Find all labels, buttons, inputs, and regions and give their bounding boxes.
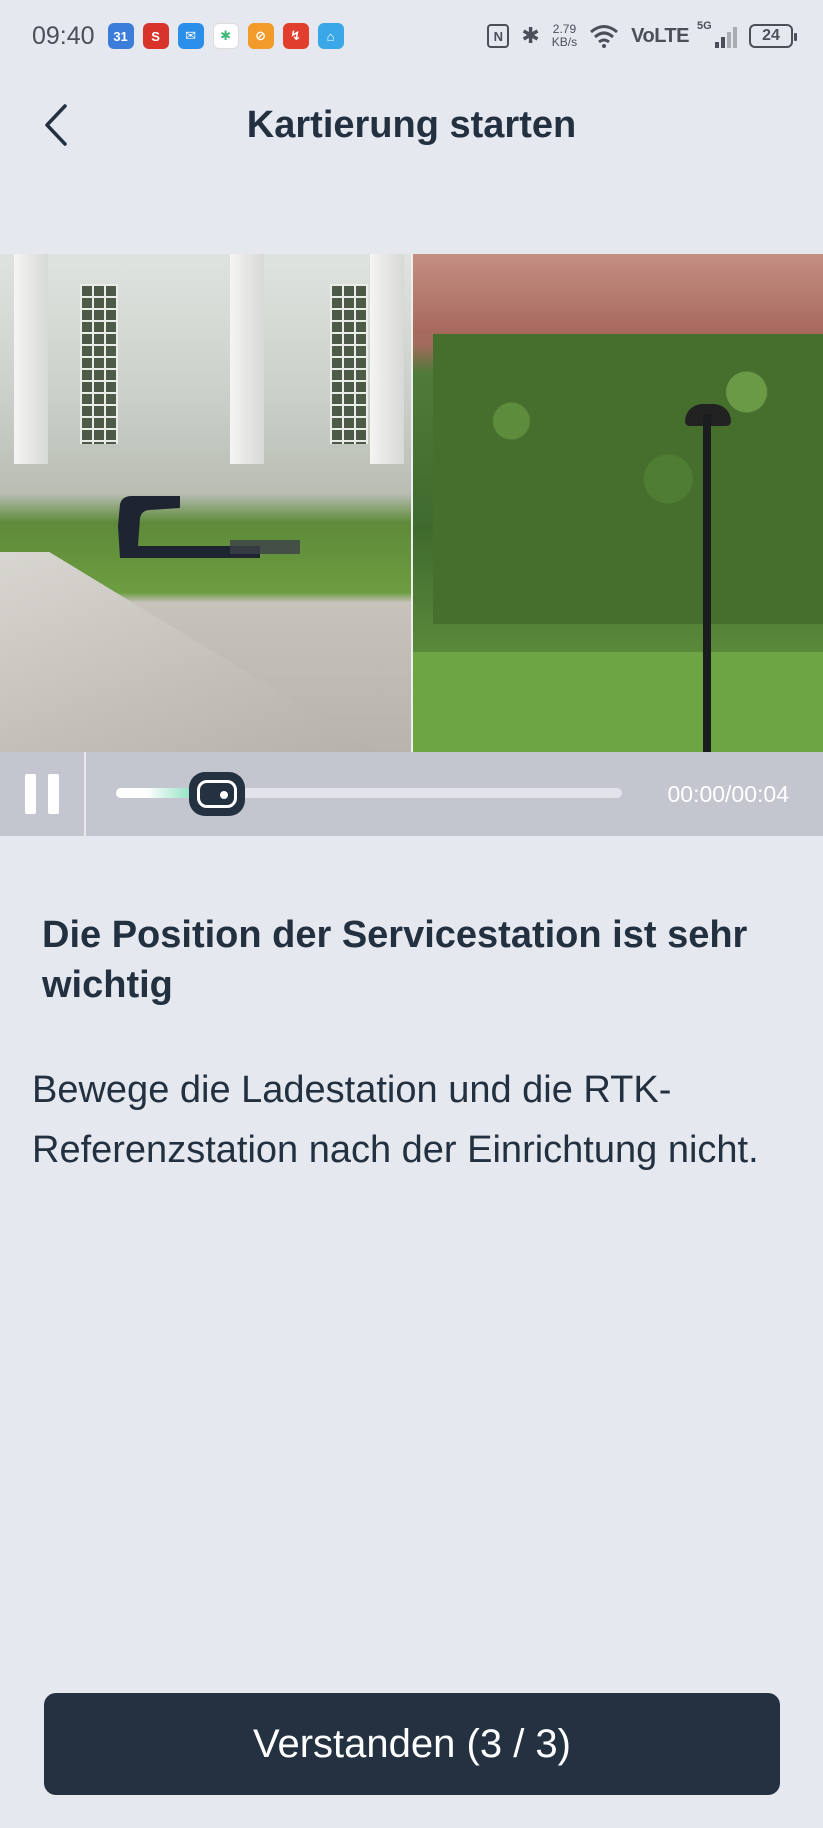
video-frame-rtk-station: [411, 254, 823, 752]
section-heading: Die Position der Servicestation ist sehr…: [42, 914, 748, 1006]
network-speed: 2.79 KB/s: [552, 23, 577, 49]
network-speed-unit: KB/s: [551, 35, 578, 49]
bluetooth-icon: ✱: [521, 23, 540, 48]
instruction-text: Bewege die Ladestation und die RTK-Refer…: [32, 1069, 759, 1171]
mower-icon: [197, 780, 238, 808]
calendar-icon: 31: [107, 23, 134, 49]
pause-icon: [25, 774, 36, 814]
video-frame-charging-station: [0, 254, 411, 752]
s-app-icon: S: [142, 23, 169, 49]
charging-station-graphic: [118, 496, 300, 558]
video-controls: 00:00/00:04: [0, 752, 823, 836]
mail-icon: ✉: [177, 23, 204, 49]
video-time: 00:00/00:04: [667, 780, 789, 807]
pause-button[interactable]: [0, 752, 86, 836]
pen-app-icon: ⊘: [247, 23, 274, 49]
nfc-icon: N: [487, 24, 510, 48]
network-type: 5G: [697, 20, 712, 32]
battery-icon: 24: [749, 24, 797, 48]
page-title: Kartierung starten: [246, 104, 577, 146]
signal-icon: 5G: [697, 20, 737, 48]
video-player[interactable]: [0, 254, 823, 752]
slack-icon: ✱: [212, 23, 239, 49]
understood-button[interactable]: Verstanden (3 / 3): [44, 1693, 780, 1795]
status-time: 09:40: [32, 21, 95, 50]
volte-indicator: VoLTE: [631, 24, 689, 47]
video-progress-slider[interactable]: [116, 752, 622, 836]
status-bar: 09:40 31 S ✉ ✱ ⊘ ↯ ⌂ N ✱ 2.79 KB/s VoLTE…: [0, 0, 823, 72]
header: Kartierung starten: [0, 80, 823, 170]
wifi-icon: [590, 25, 619, 48]
home-app-icon: ⌂: [317, 23, 344, 49]
red-app-icon: ↯: [282, 23, 309, 49]
progress-thumb[interactable]: [189, 772, 246, 816]
